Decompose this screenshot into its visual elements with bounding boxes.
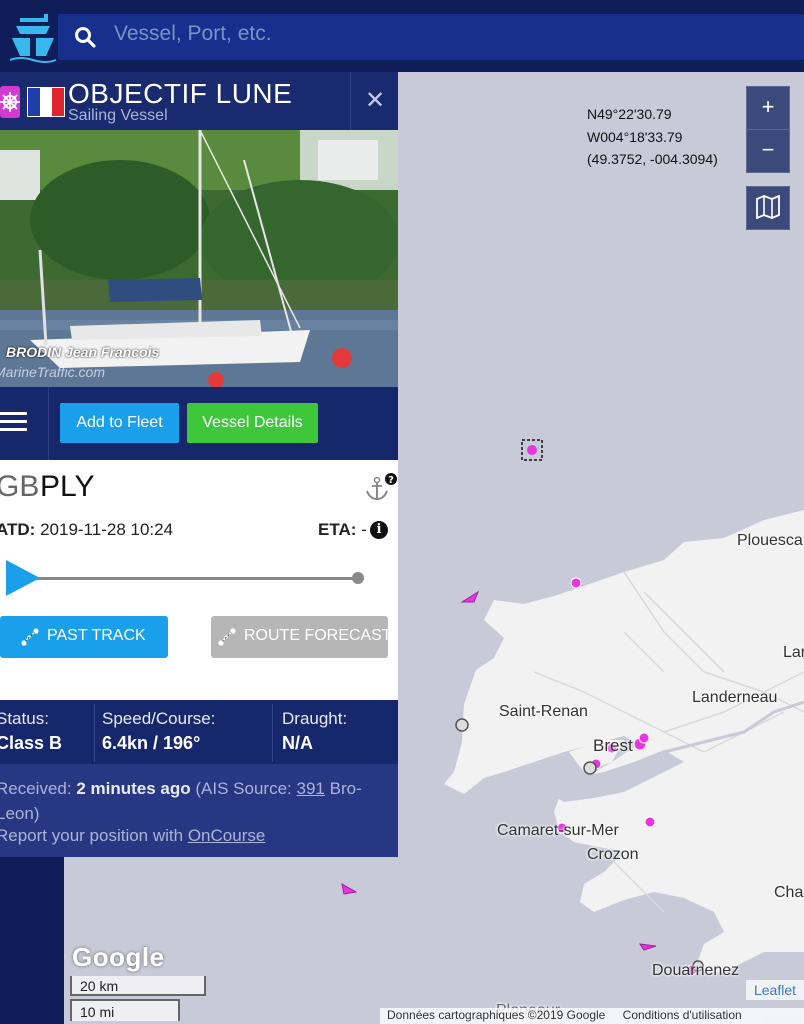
speed-value: 6.4kn / 196°	[102, 733, 201, 753]
top-bar: Vessel, Port, etc.	[0, 0, 804, 72]
coords-lat: N49°22'30.79	[587, 106, 672, 122]
ais-source-prefix: (AIS Source:	[195, 779, 292, 798]
scale-bar-mi: 10 mi	[70, 999, 180, 1021]
atd: ATD: 2019-11-28 10:24	[0, 520, 173, 540]
draught-label: Draught:	[282, 709, 348, 728]
close-icon[interactable]: ✕	[350, 72, 399, 130]
scale-bar-km: 20 km	[70, 976, 206, 996]
divider	[94, 704, 95, 762]
speed-label: Speed/Course:	[102, 709, 216, 728]
map-layers-button[interactable]	[746, 186, 790, 230]
menu-button[interactable]	[0, 387, 49, 460]
leaflet-link[interactable]: Leaflet	[746, 980, 804, 1000]
report-position: Report your position with OnCourse	[0, 826, 265, 846]
received-section: Received: 2 minutes ago (AIS Source: 391…	[0, 764, 398, 857]
search-icon	[74, 26, 96, 48]
received-value: 2 minutes ago	[76, 779, 191, 798]
svg-text:?: ?	[388, 475, 394, 486]
destination-code: PLY	[40, 470, 95, 503]
route-forecast-label: ROUTE FORECAST	[244, 627, 392, 644]
place-saint-renan: Saint-Renan	[499, 703, 588, 720]
route-icon	[218, 628, 236, 646]
past-track-label: PAST TRACK	[47, 627, 146, 644]
vessel-position-marker	[6, 560, 40, 596]
coordinates-readout: N49°22'30.79 W004°18'33.79 (49.3752, -00…	[587, 103, 718, 171]
atd-value: 2019-11-28 10:24	[40, 520, 174, 539]
place-plouescat: Plouesca	[737, 532, 803, 549]
place-crozon: Crozon	[587, 846, 639, 863]
photo-credit: BRODIN Jean Francois	[6, 344, 160, 360]
map-icon	[756, 194, 780, 220]
place-lan: Lar	[783, 644, 804, 661]
zoom-out-button[interactable]: −	[746, 129, 790, 173]
divider	[272, 704, 273, 762]
attribution-text: Données cartographiques ©2019 Google	[387, 1008, 606, 1022]
speed-stat: Speed/Course: 6.4kn / 196°	[102, 700, 272, 764]
place-brest: Brest	[593, 736, 633, 755]
destination-marker	[352, 572, 364, 584]
search-input[interactable]: Vessel, Port, etc.	[114, 22, 272, 46]
eta-label: ETA:	[318, 520, 357, 539]
stats-bar: Status: Class B Speed/Course: 6.4kn / 19…	[0, 700, 398, 764]
anchor-help-icon[interactable]: ?	[362, 472, 398, 502]
status-stat: Status: Class B	[0, 700, 94, 764]
ais-source-link[interactable]: 391	[297, 779, 325, 798]
received-label: Received:	[0, 779, 72, 798]
departure-code: GB	[0, 470, 40, 503]
eta-value: -	[361, 520, 367, 539]
received-info: Received: 2 minutes ago (AIS Source: 391…	[0, 776, 394, 826]
route-forecast-button[interactable]: ROUTE FORECAST	[211, 616, 392, 658]
action-bar: Add to Fleet Vessel Details	[0, 387, 398, 460]
marinetraffic-logo[interactable]	[8, 12, 58, 64]
status-value: Class B	[0, 733, 63, 753]
info-icon[interactable]: i	[370, 521, 388, 539]
vessel-type-icon	[0, 86, 20, 118]
hamburger-icon	[0, 387, 48, 460]
eta: ETA: -	[318, 520, 367, 540]
vessel-details-button[interactable]: Vessel Details	[187, 403, 318, 443]
flag-france-icon	[27, 87, 65, 117]
coords-decimal: (49.3752, -004.3094)	[587, 151, 718, 167]
zoom-in-button[interactable]: +	[746, 86, 790, 130]
vessel-type: Sailing Vessel	[68, 107, 168, 124]
coords-lon: W004°18'33.79	[587, 128, 683, 145]
oncourse-link[interactable]: OnCourse	[188, 826, 265, 845]
photo-watermark: MarineTraffic.com	[0, 364, 105, 380]
draught-value: N/A	[282, 733, 313, 753]
report-prefix: Report your position with	[0, 826, 184, 845]
voyage-section: GB PLY ? ATD: 2019-11-28 10:24 ETA: - i …	[0, 460, 398, 700]
status-label: Status:	[0, 709, 49, 728]
track-icon	[21, 628, 39, 646]
vessel-panel: OBJECTIF LUNE Sailing Vessel ✕ BRODIN Je…	[0, 72, 398, 857]
place-cha: Cha	[774, 884, 804, 901]
terms-link[interactable]: Conditions d'utilisation	[623, 1008, 742, 1022]
place-camaret: Camaret-sur-Mer	[497, 822, 619, 839]
voyage-progress-bar	[22, 577, 358, 580]
vessel-header: OBJECTIF LUNE Sailing Vessel ✕	[0, 72, 398, 130]
add-to-fleet-button[interactable]: Add to Fleet	[60, 403, 179, 443]
vessel-name: OBJECTIF LUNE	[68, 78, 293, 109]
place-landerneau: Landerneau	[692, 689, 778, 706]
map-attribution: Données cartographiques ©2019 Google Con…	[380, 1008, 804, 1024]
google-logo: Google	[72, 942, 165, 972]
past-track-button[interactable]: PAST TRACK	[0, 616, 168, 658]
draught-stat: Draught: N/A	[282, 700, 392, 764]
place-douarnenez: Douarnenez	[652, 962, 740, 979]
search-bar[interactable]: Vessel, Port, etc.	[58, 14, 804, 60]
atd-label: ATD:	[0, 520, 36, 539]
